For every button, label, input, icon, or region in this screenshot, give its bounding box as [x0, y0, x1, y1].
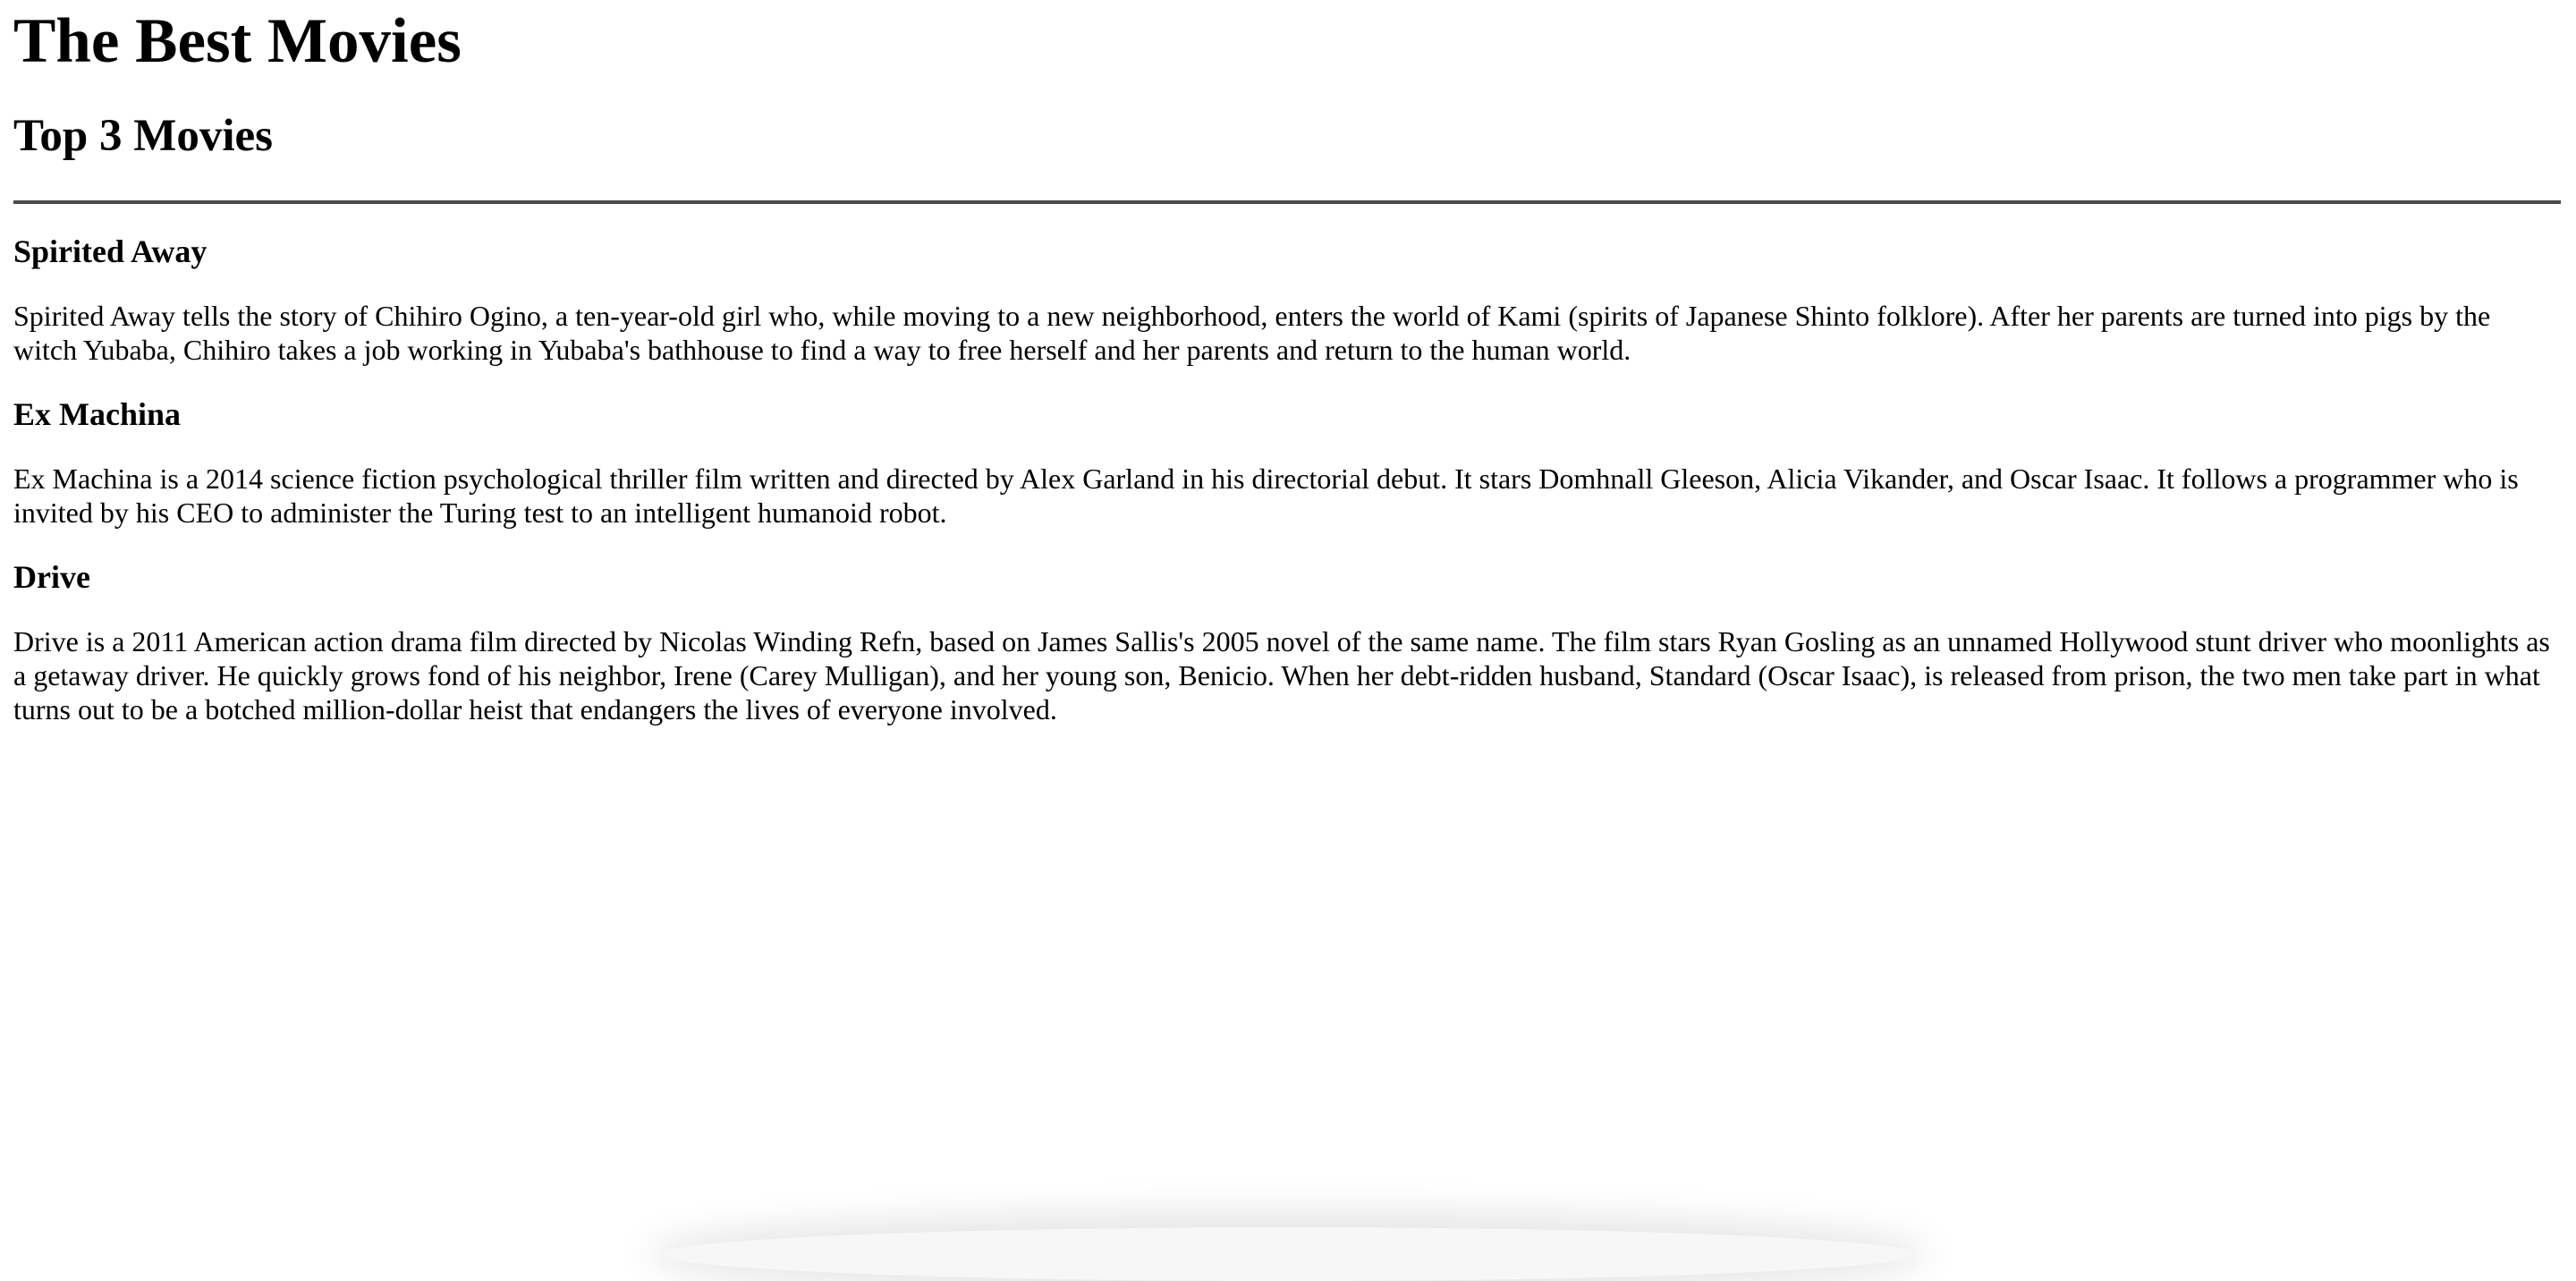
page-content: The Best Movies Top 3 Movies Spirited Aw… [13, 0, 2561, 726]
movie-description: Spirited Away tells the story of Chihiro… [13, 300, 2491, 366]
movie-title: Drive [13, 559, 90, 595]
movie-title: Ex Machina [13, 396, 182, 432]
movie-description: Ex Machina is a 2014 science fiction psy… [13, 462, 2519, 529]
page-title: The Best Movies [13, 6, 462, 76]
movie-entry-ex-machina: Ex Machina Ex Machina is a 2014 science … [13, 395, 2561, 530]
bottom-shadow [662, 1227, 1914, 1281]
divider [13, 200, 2561, 204]
section-title: Top 3 Movies [13, 111, 273, 161]
movie-entry-spirited-away: Spirited Away Spirited Away tells the st… [13, 233, 2561, 367]
movie-description: Drive is a 2011 American action drama fi… [13, 625, 2550, 725]
movie-entry-drive: Drive Drive is a 2011 American action dr… [13, 558, 2561, 726]
movie-title: Spirited Away [13, 233, 208, 269]
